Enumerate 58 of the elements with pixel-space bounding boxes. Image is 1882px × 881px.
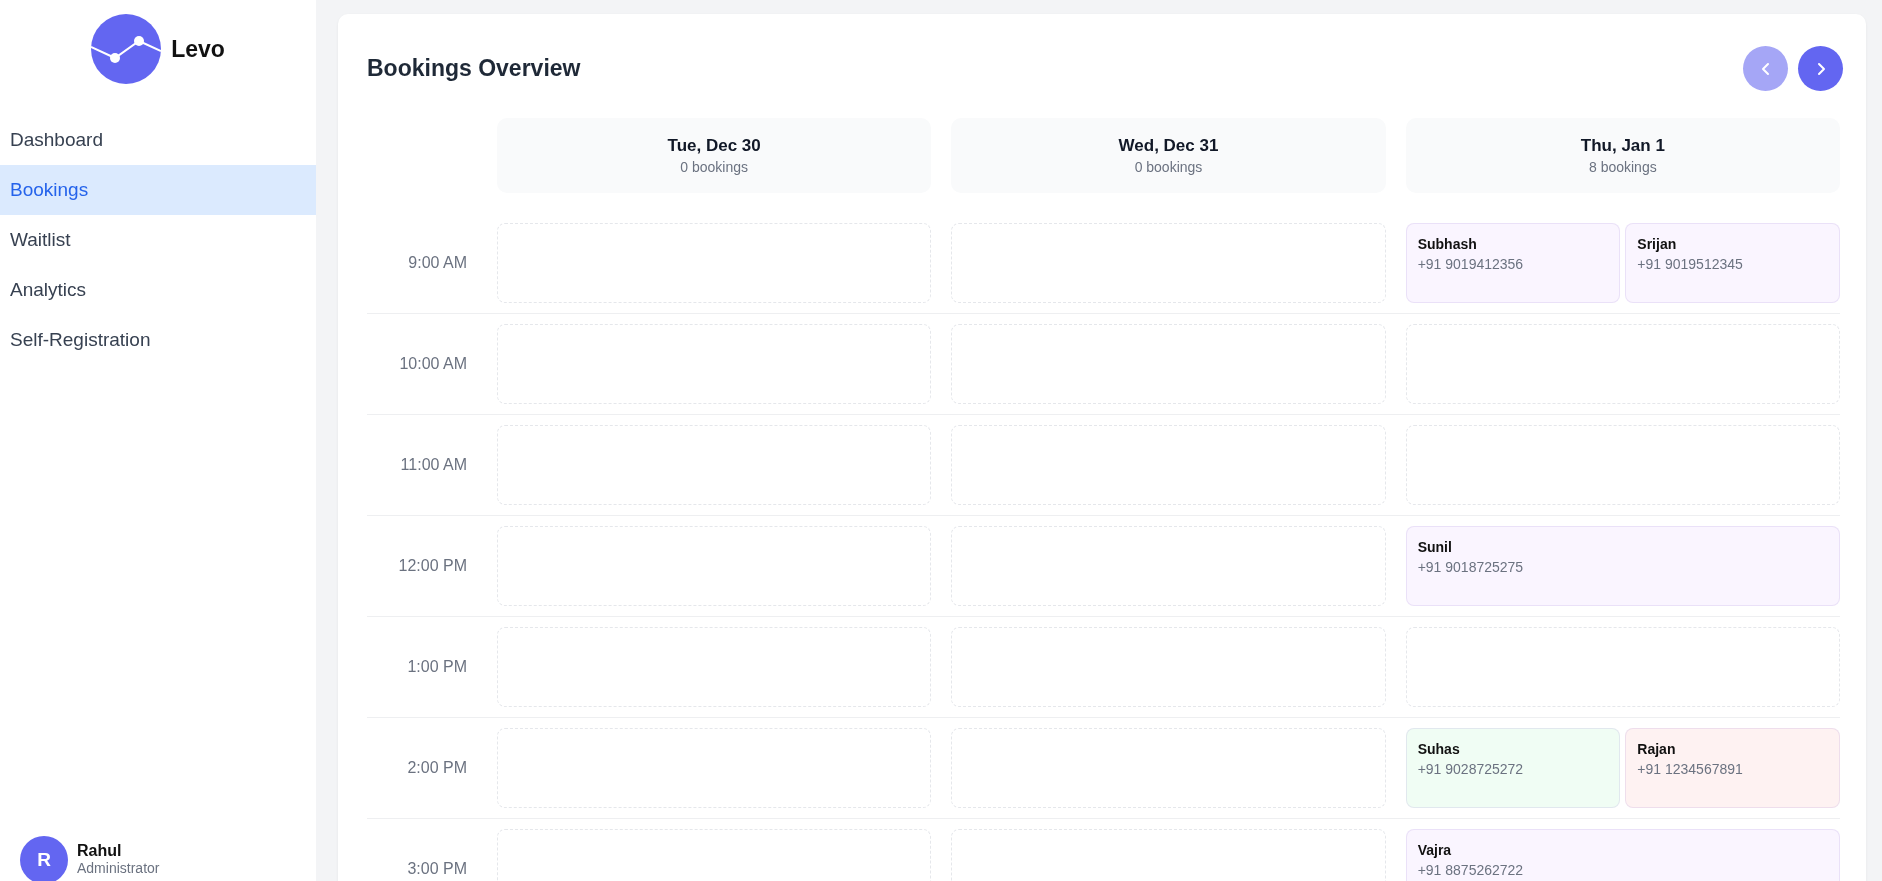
time-label: 9:00 AM [407, 253, 468, 273]
guest-phone: +91 9028725272 [1417, 761, 1525, 777]
nav-item[interactable]: Self-Registration [0, 315, 316, 365]
booking-card[interactable]: Sunil +91 9018725275 [1405, 526, 1840, 606]
nav-item[interactable]: Waitlist [0, 215, 316, 265]
booking-card[interactable]: Subhash +91 9019412356 [1405, 223, 1621, 303]
empty-slot[interactable] [497, 324, 932, 404]
empty-slot[interactable] [951, 627, 1386, 707]
booking-count: 0 bookings [680, 159, 748, 175]
empty-slot[interactable] [497, 728, 932, 808]
guest-name: Srijan [1637, 236, 1678, 252]
user-avatar: R [20, 836, 68, 881]
empty-slot[interactable] [497, 627, 932, 707]
empty-slot[interactable] [951, 324, 1386, 404]
time-label: 1:00 PM [406, 657, 468, 677]
empty-slot[interactable] [1405, 324, 1840, 404]
guest-name: Suhas [1417, 741, 1461, 757]
guest-phone: +91 9019512345 [1637, 256, 1744, 272]
empty-slot[interactable] [951, 526, 1386, 606]
nav-item[interactable]: Bookings [0, 165, 316, 215]
logo-icon [91, 14, 162, 84]
guest-phone: +91 9018725275 [1417, 559, 1525, 575]
brand-name: Levo [171, 35, 225, 63]
nav-item[interactable]: Analytics [0, 265, 316, 315]
booking-count: 0 bookings [1134, 159, 1203, 175]
day-date: Tue, Dec 30 [667, 136, 761, 156]
empty-slot[interactable] [1405, 627, 1840, 707]
guest-name: Sunil [1417, 539, 1453, 555]
booking-card[interactable]: Suhas +91 9028725272 [1405, 728, 1621, 808]
guest-name: Subhash [1417, 236, 1478, 252]
guest-phone: +91 1234567891 [1637, 761, 1744, 777]
time-label: 11:00 AM [399, 455, 468, 475]
empty-slot[interactable] [951, 728, 1386, 808]
user-role: Administrator [77, 860, 160, 876]
booking-card[interactable]: Srijan +91 9019512345 [1625, 223, 1840, 303]
guest-phone: +91 9019412356 [1417, 256, 1525, 272]
guest-name: Rajan [1637, 741, 1677, 757]
guest-phone: +91 8875262722 [1417, 862, 1525, 878]
day-date: Thu, Jan 1 [1580, 136, 1665, 156]
next-button[interactable] [1798, 46, 1843, 91]
booking-count: 8 bookings [1588, 159, 1657, 175]
user-name: Rahul [77, 842, 123, 860]
time-label: 3:00 PM [406, 859, 468, 879]
guest-name: Vajra [1417, 842, 1453, 858]
booking-card[interactable]: Rajan +91 1234567891 [1625, 728, 1840, 808]
empty-slot[interactable] [1405, 425, 1840, 505]
empty-slot[interactable] [951, 425, 1386, 505]
booking-card[interactable]: Vajra +91 8875262722 [1405, 829, 1840, 881]
empty-slot[interactable] [497, 526, 932, 606]
time-label: 10:00 AM [398, 354, 468, 374]
empty-slot[interactable] [497, 425, 932, 505]
day-date: Wed, Dec 31 [1118, 136, 1219, 156]
nav-item[interactable]: Dashboard [0, 115, 316, 165]
time-label: 2:00 PM [406, 758, 468, 778]
empty-slot[interactable] [497, 223, 932, 303]
empty-slot[interactable] [951, 223, 1386, 303]
page-title: Bookings Overview [367, 55, 581, 82]
time-label: 12:00 PM [397, 556, 468, 576]
